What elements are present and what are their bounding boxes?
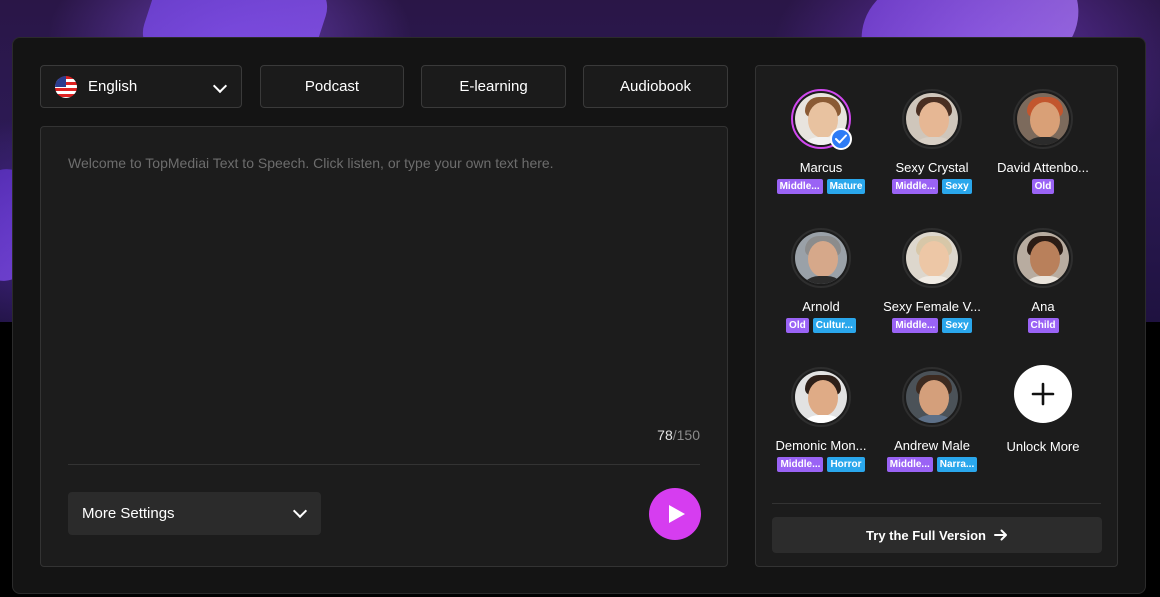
voice-tag: Cultur... (812, 318, 856, 333)
avatar (791, 367, 851, 427)
avatar (791, 228, 851, 288)
chevron-down-icon (212, 78, 228, 94)
preset-elearning-button[interactable]: E-learning (421, 65, 566, 108)
avatar (1013, 228, 1073, 288)
voice-tag: Sexy (942, 318, 972, 333)
character-counter: 78/150 (657, 427, 700, 443)
text-placeholder: Welcome to TopMediai Text to Speech. Cli… (68, 155, 554, 171)
avatar (902, 228, 962, 288)
avatar (902, 89, 962, 149)
play-button[interactable] (649, 488, 701, 540)
voice-name: Arnold (802, 299, 840, 314)
avatar (902, 367, 962, 427)
char-max: /150 (672, 427, 700, 443)
plus-icon (1014, 365, 1072, 423)
more-settings-dropdown[interactable]: More Settings (68, 492, 321, 535)
voice-tag: Old (1031, 179, 1055, 194)
voice-card[interactable]: Andrew Male Middle... Narra... (876, 367, 988, 472)
voice-tag: Horror (827, 457, 865, 472)
check-icon (830, 128, 852, 150)
divider (772, 503, 1101, 504)
voice-tag: Middle... (777, 457, 824, 472)
voice-tags: Middle... Sexy (876, 179, 988, 194)
voice-name: David Attenbo... (997, 160, 1089, 175)
divider (68, 464, 700, 465)
voice-card[interactable]: Demonic Mon... Middle... Horror (765, 367, 877, 472)
voice-tags: Middle... Sexy (876, 318, 988, 333)
preset-podcast-button[interactable]: Podcast (260, 65, 404, 108)
voice-name: Marcus (799, 160, 843, 175)
voice-tag: Middle... (776, 179, 823, 194)
language-select[interactable]: English (40, 65, 242, 108)
voice-name: Sexy Female V... (883, 299, 981, 314)
voice-tag: Child (1027, 318, 1059, 333)
voice-tags: Middle... Horror (765, 457, 877, 472)
avatar (1013, 89, 1073, 149)
voice-tags: Child (987, 318, 1099, 333)
unlock-more-label: Unlock More (1006, 439, 1080, 454)
voice-tag: Middle... (886, 457, 933, 472)
voice-tags: Old (987, 179, 1099, 194)
language-label: English (88, 78, 138, 95)
char-count: 78 (657, 427, 673, 443)
play-icon (669, 505, 685, 523)
voice-name: Sexy Crystal (895, 160, 969, 175)
voice-tag: Mature (826, 179, 866, 194)
text-editor[interactable]: Welcome to TopMediai Text to Speech. Cli… (40, 126, 728, 567)
unlock-more-button[interactable]: Unlock More (987, 365, 1099, 454)
voice-card[interactable]: Arnold Old Cultur... (765, 228, 877, 333)
voice-card[interactable]: Marcus Middle... Mature (765, 89, 877, 194)
voice-card[interactable]: Ana Child (987, 228, 1099, 333)
voice-tags: Middle... Narra... (876, 457, 988, 472)
voice-name: Andrew Male (894, 438, 970, 453)
arrow-right-icon (993, 529, 1007, 541)
chevron-down-icon (292, 503, 308, 519)
voice-card[interactable]: Sexy Crystal Middle... Sexy (876, 89, 988, 194)
preset-audiobook-button[interactable]: Audiobook (583, 65, 728, 108)
voice-tag: Old (786, 318, 809, 333)
voice-tag: Middle... (892, 179, 939, 194)
voice-tag: Narra... (936, 457, 978, 472)
us-flag-icon (55, 75, 77, 98)
voice-card[interactable]: Sexy Female V... Middle... Sexy (876, 228, 988, 333)
try-full-version-label: Try the Full Version (866, 527, 986, 543)
more-settings-label: More Settings (82, 505, 175, 522)
voice-tags: Old Cultur... (765, 318, 877, 333)
voice-tags: Middle... Mature (765, 179, 877, 194)
voice-tag: Middle... (892, 318, 939, 333)
voice-tag: Sexy (942, 179, 972, 194)
try-full-version-button[interactable]: Try the Full Version (772, 517, 1102, 553)
voice-name: Ana (1031, 299, 1055, 314)
voice-name: Demonic Mon... (775, 438, 867, 453)
avatar (791, 89, 852, 150)
voice-card[interactable]: David Attenbo... Old (987, 89, 1099, 194)
